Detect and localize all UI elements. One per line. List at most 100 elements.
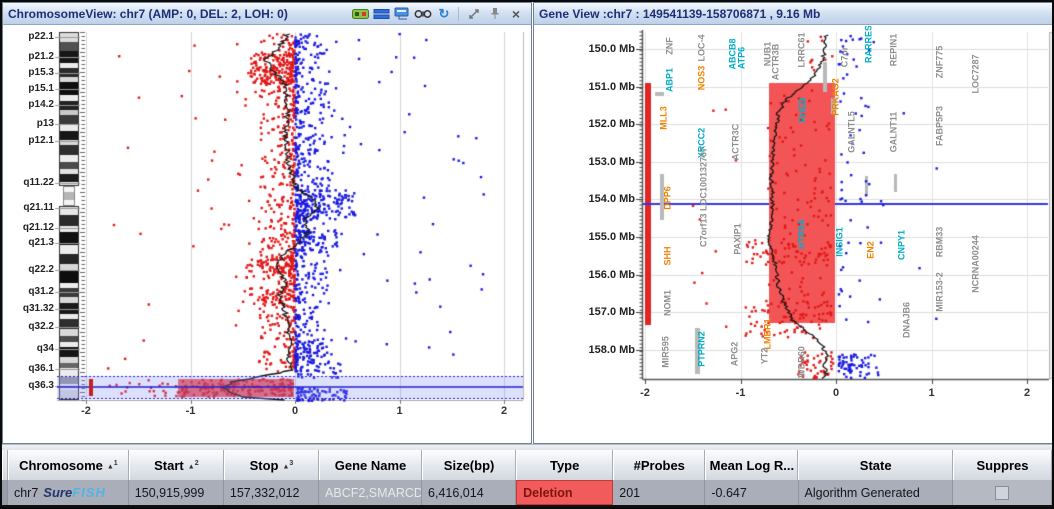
column-header-type[interactable]: Type — [516, 450, 614, 480]
table-row[interactable]: chr7 SureFISH 150,915,999 157,332,012 ABCF2,… — [2, 480, 1052, 505]
cytoband-label: q22.2 — [28, 264, 54, 275]
gene-label-htr5a: HTR5A — [796, 218, 807, 250]
gene-label-nom1: NOM1 — [662, 289, 673, 317]
cytoband-label: p12.1 — [28, 135, 54, 146]
gene-label-prkag2: PRKAG2 — [830, 78, 841, 116]
suppress-checkbox[interactable] — [995, 485, 1010, 500]
x-axis-tick-label: 1 — [396, 405, 403, 417]
gene-label-lrrc61: LRRC61 — [796, 32, 807, 68]
column-header-label: Mean Log R... — [709, 457, 795, 473]
y-axis-tick-label: 154.0 Mb — [588, 193, 635, 205]
cytoband-label: p15.3 — [28, 67, 54, 78]
chromosome-view-body: p22.1 p21.2 p15.3 p15.1 p14.2 p13 p12.1 q11.22 q… — [4, 26, 530, 442]
surefish-logo-fish: FISH — [72, 485, 106, 500]
cell-chromosome: chr7 SureFISH — [8, 480, 129, 505]
column-header--probes[interactable]: #Probes — [613, 450, 706, 480]
x-axis-tick-label: 1 — [928, 387, 935, 399]
cell-size-bp: 6,416,014 — [422, 480, 517, 505]
column-header-stop[interactable]: Stop ▲3 — [223, 450, 319, 480]
chromosome-view-toolbar: ↻ × — [349, 6, 526, 22]
gene-label-mll3: MLL3 — [658, 106, 669, 130]
chromosome-view-panel: ChromosomeView: chr7 (AMP: 0, DEL: 2, LO… — [2, 2, 532, 444]
gene-label-rarres: RARRES — [863, 26, 874, 64]
gene-label-znf: ZNF — [664, 37, 675, 55]
column-header-label: Stop — [249, 457, 279, 473]
y-axis-tick-label: 151.0 Mb — [588, 81, 635, 93]
gene-label-dnajb6: DNAJB6 — [901, 301, 912, 339]
gene-label-cnpy1: CNPY1 — [896, 229, 907, 261]
x-axis-tick-label: -1 — [185, 405, 196, 417]
cytoband-label: p15.1 — [28, 83, 54, 94]
column-header-label: Type — [549, 457, 580, 473]
y-axis-tick-label: 157.0 Mb — [588, 306, 635, 318]
column-header-start[interactable]: Start ▲2 — [128, 450, 224, 480]
gene-label-actr3b: ACTR3B — [770, 43, 781, 81]
gene-label-rheb: RHEB — [797, 97, 808, 123]
cytoband-label: p14.2 — [28, 99, 54, 110]
cytoband-label: q21.3 — [28, 237, 54, 248]
report-icon[interactable] — [392, 6, 412, 22]
gene-view-titlebar: Gene View :chr7 : 149541139-158706871 , … — [534, 3, 1052, 25]
gene-label-galnt11: GALNT11 — [888, 111, 899, 153]
gene-view-panel: Gene View :chr7 : 149541139-158706871 , … — [533, 2, 1052, 444]
y-axis-tick-label: 150.0 Mb — [588, 43, 635, 55]
cytoband-label: p21.2 — [28, 51, 54, 62]
cell-start: 150,915,999 — [129, 480, 224, 505]
cytoband-label: q36.1 — [28, 363, 54, 374]
sort-indicator: ▲1 — [106, 459, 118, 471]
cytoband-label: p13 — [36, 118, 54, 129]
cell-stop: 157,332,012 — [224, 480, 320, 505]
y-axis-tick-label: 156.0 Mb — [588, 269, 635, 281]
cytoband-label: q21.12 — [22, 222, 54, 233]
tracks-icon[interactable] — [371, 6, 391, 22]
y-axis-tick-label: 155.0 Mb — [588, 231, 635, 243]
cytoband-label: q36.3 — [28, 380, 54, 391]
gene-label-actr3c: ACTR3C — [730, 123, 741, 161]
column-header-label: Gene Name — [334, 457, 407, 473]
gene-label-apg2: APG2 — [729, 341, 740, 367]
surefish-logo-sure: Sure — [43, 485, 73, 500]
x-axis-tick-label: 2 — [1023, 387, 1031, 399]
refresh-icon[interactable]: ↻ — [434, 6, 454, 22]
column-header-gene-name[interactable]: Gene Name — [319, 450, 423, 480]
table-header-row: Chromosome ▲1 Start ▲2 Stop ▲3 Gene Name Size(b… — [2, 450, 1052, 480]
y-axis-tick-label: 152.0 Mb — [588, 118, 635, 130]
x-axis-tick-label: -2 — [81, 405, 91, 417]
pin-icon[interactable] — [485, 6, 505, 22]
column-header-label: Suppres — [976, 457, 1029, 473]
gene-label-znf775: ZNF775 — [934, 45, 945, 79]
binoculars-icon[interactable] — [413, 6, 433, 22]
column-header-size-bp-[interactable]: Size(bp) — [422, 450, 517, 480]
gene-label-c7orf13-loc100132707: C7orf13 LOC100132707 — [698, 146, 709, 248]
column-header-mean-log-r-[interactable]: Mean Log R... — [705, 450, 799, 480]
gene-label-atp6: ATP6 — [736, 46, 747, 70]
cytoband-label: q21.11 — [23, 202, 54, 213]
cell-suppress — [953, 480, 1052, 505]
gene-label-dpp6: DPP6 — [662, 186, 673, 210]
gene-label-en2: EN2 — [865, 241, 876, 259]
cell-probes: 201 — [613, 480, 706, 505]
column-header-suppres[interactable]: Suppres — [952, 450, 1052, 480]
gene-label-mir153-2: MIR153-2 — [934, 272, 945, 312]
gene-label-insig1: INSIG1 — [834, 227, 845, 257]
column-header-label: #Probes — [633, 457, 685, 473]
x-axis-tick-label: -2 — [640, 387, 650, 399]
restore-icon[interactable] — [464, 6, 484, 22]
gene-label-yt2: YT2 — [759, 347, 770, 365]
gene-label-repin1: REPIN1 — [888, 33, 899, 67]
toolbar-separator — [458, 6, 459, 21]
gene-label-fabp5p3: FABP5P3 — [934, 105, 945, 147]
aberration-icon[interactable] — [350, 6, 370, 22]
column-header-state[interactable]: State — [798, 450, 953, 480]
y-axis-tick-label: 153.0 Mb — [588, 156, 635, 168]
y-axis-tick-label: 158.0 Mb — [588, 344, 635, 356]
gene-label-abp1: ABP1 — [664, 67, 675, 93]
gene-label-c7or: C7or — [839, 46, 850, 68]
x-axis-tick-label: -1 — [735, 387, 746, 399]
close-icon[interactable]: × — [506, 6, 526, 22]
gene-label-loc7287: LOC7287 — [970, 54, 981, 94]
gene-label-loc-4: LOC-4 — [696, 34, 707, 62]
column-header-chromosome[interactable]: Chromosome ▲1 — [7, 450, 129, 480]
chromosome-plot-canvas[interactable] — [4, 26, 530, 442]
gene-label-rbm33: RBM33 — [934, 226, 945, 258]
